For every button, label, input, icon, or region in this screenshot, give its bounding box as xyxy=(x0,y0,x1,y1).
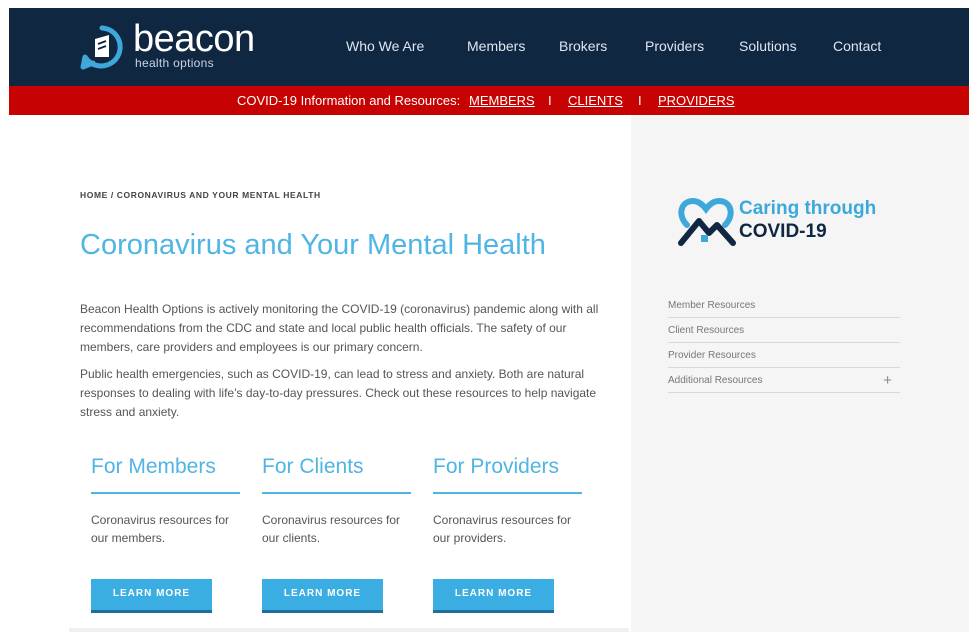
caring-through-covid-badge: Caring through COVID-19 xyxy=(675,193,905,253)
nav-members[interactable]: Members xyxy=(467,38,525,54)
card-divider xyxy=(91,492,240,494)
covid-link-providers[interactable]: PROVIDERS xyxy=(658,93,735,108)
covid-link-clients[interactable]: CLIENTS xyxy=(568,93,623,108)
stress-paragraph: Public health emergencies, such as COVID… xyxy=(80,367,597,419)
learn-more-members-button[interactable]: LEARN MORE xyxy=(91,579,212,613)
heart-house-icon xyxy=(678,197,736,246)
card-text: Coronavirus resources for our members. xyxy=(91,513,230,545)
sidebar-item-provider-resources[interactable]: Provider Resources xyxy=(668,343,900,368)
sidebar-item-label: Client Resources xyxy=(668,325,745,336)
resource-links: Member Resources Client Resources Provid… xyxy=(668,293,900,393)
learn-more-clients-button[interactable]: LEARN MORE xyxy=(262,579,383,613)
sidebar: Caring through COVID-19 Member Resources… xyxy=(631,115,969,632)
sidebar-item-member-resources[interactable]: Member Resources xyxy=(668,293,900,318)
nav-who-we-are[interactable]: Who We Are xyxy=(346,38,424,54)
badge-line2: COVID-19 xyxy=(739,221,827,242)
browser-viewport: beacon health options Who We Are Members… xyxy=(9,8,969,632)
page-title: Coronavirus and Your Mental Health xyxy=(80,229,546,261)
card-clients: For Clients Coronavirus resources for ou… xyxy=(262,455,412,613)
badge-line1: Caring through xyxy=(739,198,877,219)
nav-contact[interactable]: Contact xyxy=(833,38,881,54)
card-text: Coronavirus resources for our clients. xyxy=(262,513,401,545)
nav-solutions[interactable]: Solutions xyxy=(739,38,797,54)
intro-paragraph: Beacon Health Options is actively monito… xyxy=(80,302,599,354)
nav-brokers[interactable]: Brokers xyxy=(559,38,607,54)
covid-separator: I xyxy=(548,93,552,108)
covid-banner: COVID-19 Information and Resources: MEMB… xyxy=(9,86,969,115)
covid-banner-label: COVID-19 Information and Resources: xyxy=(237,93,461,108)
main-nav: Who We Are Members Brokers Providers Sol… xyxy=(9,38,969,58)
logo-tagline: health options xyxy=(135,56,214,70)
sidebar-item-additional-resources[interactable]: Additional Resources + xyxy=(668,368,900,393)
covid-link-members[interactable]: MEMBERS xyxy=(469,93,535,108)
main-content: HOME / CORONAVIRUS AND YOUR MENTAL HEALT… xyxy=(9,115,631,632)
card-title: For Clients xyxy=(262,455,364,478)
card-members: For Members Coronavirus resources for ou… xyxy=(91,455,241,613)
nav-providers[interactable]: Providers xyxy=(645,38,704,54)
covid-separator: I xyxy=(638,93,642,108)
card-divider xyxy=(433,492,582,494)
plus-icon[interactable]: + xyxy=(883,368,892,393)
sidebar-item-label: Additional Resources xyxy=(668,375,763,386)
card-title: For Members xyxy=(91,455,216,478)
card-text: Coronavirus resources for our providers. xyxy=(433,513,572,545)
sidebar-item-label: Provider Resources xyxy=(668,350,756,361)
card-title: For Providers xyxy=(433,455,560,478)
learn-more-providers-button[interactable]: LEARN MORE xyxy=(433,579,554,613)
card-providers: For Providers Coronavirus resources for … xyxy=(433,455,583,613)
sidebar-item-label: Member Resources xyxy=(668,300,756,311)
footer-edge xyxy=(69,628,629,632)
site-header: beacon health options Who We Are Members… xyxy=(9,8,969,86)
sidebar-item-client-resources[interactable]: Client Resources xyxy=(668,318,900,343)
card-divider xyxy=(262,492,411,494)
breadcrumb[interactable]: HOME / CORONAVIRUS AND YOUR MENTAL HEALT… xyxy=(80,190,321,200)
